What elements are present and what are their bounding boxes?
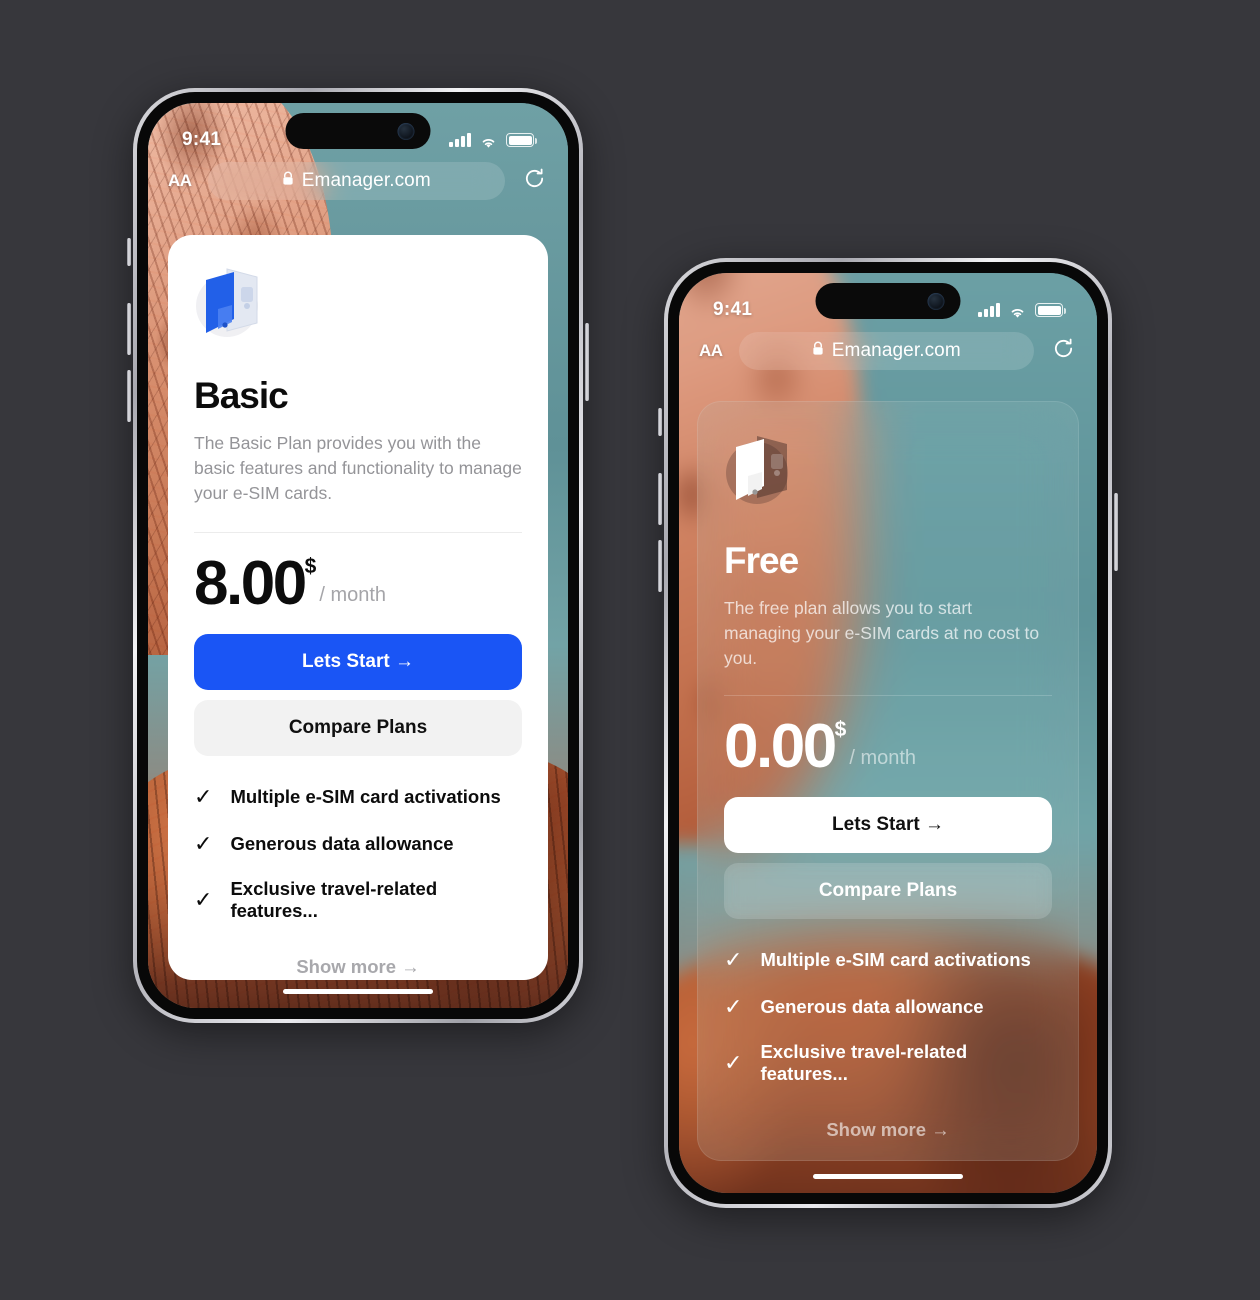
phone-screen: 9:41 AA Emanager.com xyxy=(679,273,1097,1193)
url-text: Emanager.com xyxy=(301,170,431,191)
list-item: ✓ Multiple e-SIM card activations xyxy=(724,947,1052,973)
check-icon: ✓ xyxy=(724,1049,743,1075)
phone-screen: 9:41 AA Emanager.com xyxy=(148,103,568,1008)
plan-description: The free plan allows you to start managi… xyxy=(724,598,1040,668)
plan-price: 8.00 xyxy=(194,548,307,618)
feature-label: Multiple e-SIM card activations xyxy=(230,785,501,807)
lets-start-button[interactable]: Lets Start → xyxy=(724,796,1052,853)
esim-card-stack-icon xyxy=(194,263,272,343)
reload-icon[interactable] xyxy=(515,167,554,196)
power-button[interactable] xyxy=(1114,493,1118,571)
volume-down-button[interactable] xyxy=(658,540,662,592)
power-button[interactable] xyxy=(585,323,589,401)
safari-browser-bar: AA Emanager.com xyxy=(148,161,568,201)
address-bar[interactable]: Emanager.com xyxy=(738,332,1034,370)
show-more-link[interactable]: Show more → xyxy=(194,956,522,978)
volume-down-button[interactable] xyxy=(127,370,131,422)
compare-plans-button[interactable]: Compare Plans xyxy=(724,862,1052,919)
plan-title: Basic xyxy=(194,375,289,416)
plan-title: Free xyxy=(724,540,799,581)
show-more-link[interactable]: Show more → xyxy=(724,1119,1052,1141)
plan-card-free: Free The free plan allows you to start m… xyxy=(697,401,1079,1161)
silent-switch[interactable] xyxy=(658,408,662,436)
feature-list: ✓ Multiple e-SIM card activations ✓ Gene… xyxy=(724,947,1052,1085)
billing-period: / month xyxy=(849,746,917,769)
divider xyxy=(194,531,522,533)
dynamic-island xyxy=(815,283,961,319)
battery-full-icon xyxy=(506,133,537,147)
feature-label: Exclusive travel-related features... xyxy=(230,877,438,921)
check-icon: ✓ xyxy=(724,993,743,1019)
price-row: 0.00 $ / month xyxy=(724,711,1052,781)
front-camera-icon xyxy=(397,122,415,140)
lock-icon xyxy=(812,341,824,361)
check-icon: ✓ xyxy=(194,830,213,856)
wifi-icon xyxy=(479,133,498,148)
plan-description: The Basic Plan provides you with the bas… xyxy=(194,433,522,503)
phone-mockup-basic: 9:41 AA Emanager.com Basic The Basic Pla… xyxy=(127,88,589,1023)
billing-period: / month xyxy=(319,583,387,606)
check-icon: ✓ xyxy=(194,886,213,912)
check-icon: ✓ xyxy=(194,783,213,809)
price-row: 8.00 $ / month xyxy=(194,548,522,618)
list-item: ✓ Multiple e-SIM card activations xyxy=(194,784,522,810)
cellular-signal-icon xyxy=(449,133,471,147)
feature-label: Generous data allowance xyxy=(230,832,454,854)
plan-card-basic: Basic The Basic Plan provides you with t… xyxy=(168,235,548,980)
list-item: ✓ Exclusive travel-related features... xyxy=(194,878,522,922)
front-camera-icon xyxy=(927,292,945,310)
divider xyxy=(724,694,1052,696)
compare-plans-button[interactable]: Compare Plans xyxy=(194,699,522,756)
status-time: 9:41 xyxy=(182,129,222,150)
feature-label: Generous data allowance xyxy=(760,995,984,1017)
dynamic-island xyxy=(285,113,431,149)
address-bar[interactable]: Emanager.com xyxy=(207,162,505,200)
lock-icon xyxy=(282,171,294,191)
list-item: ✓ Generous data allowance xyxy=(724,994,1052,1020)
safari-browser-bar: AA Emanager.com xyxy=(679,331,1097,371)
silent-switch[interactable] xyxy=(127,238,131,266)
check-icon: ✓ xyxy=(724,946,743,972)
cellular-signal-icon xyxy=(978,303,1000,317)
list-item: ✓ Exclusive travel-related features... xyxy=(724,1041,1052,1085)
home-indicator[interactable] xyxy=(283,989,433,994)
status-time: 9:41 xyxy=(713,299,753,320)
reload-icon[interactable] xyxy=(1044,337,1083,366)
url-text: Emanager.com xyxy=(831,340,961,361)
home-indicator[interactable] xyxy=(813,1174,963,1179)
list-item: ✓ Generous data allowance xyxy=(194,831,522,857)
volume-up-button[interactable] xyxy=(127,303,131,355)
feature-label: Exclusive travel-related features... xyxy=(760,1040,968,1084)
volume-up-button[interactable] xyxy=(658,473,662,525)
text-size-button[interactable]: AA xyxy=(162,171,198,191)
feature-list: ✓ Multiple e-SIM card activations ✓ Gene… xyxy=(194,784,522,922)
plan-price: 0.00 xyxy=(724,711,837,781)
lets-start-button[interactable]: Lets Start → xyxy=(194,633,522,690)
esim-card-stack-icon xyxy=(724,430,802,510)
currency-symbol: $ xyxy=(304,554,317,578)
feature-label: Multiple e-SIM card activations xyxy=(760,948,1031,970)
wifi-icon xyxy=(1008,303,1027,318)
text-size-button[interactable]: AA xyxy=(693,341,729,361)
currency-symbol: $ xyxy=(834,717,847,741)
phone-bezel: 9:41 AA Emanager.com xyxy=(137,92,579,1019)
battery-full-icon xyxy=(1035,303,1066,317)
phone-bezel: 9:41 AA Emanager.com xyxy=(668,262,1108,1204)
phone-mockup-free: 9:41 AA Emanager.com Free The free plan … xyxy=(658,258,1118,1208)
